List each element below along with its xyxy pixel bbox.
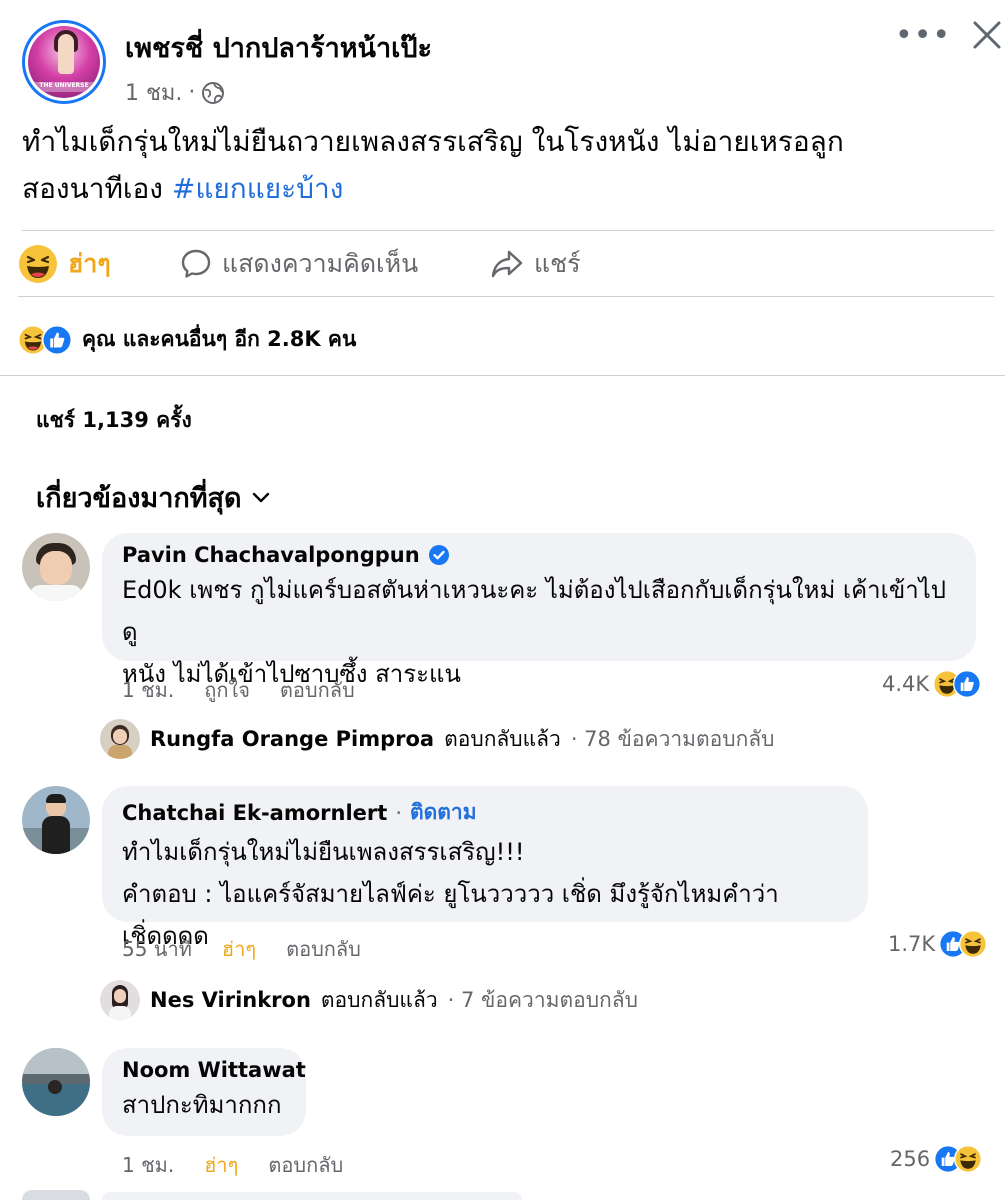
replies-preview[interactable]: Nes Virinkron ตอบกลับแล้ว · 7 ข้อความตอบ… bbox=[100, 980, 638, 1020]
comment-author-name[interactable]: Pavin Chachavalpongpun bbox=[122, 543, 420, 567]
comment-author: Noom Wittawat bbox=[122, 1058, 306, 1082]
reaction-icons bbox=[933, 670, 982, 698]
author-separator: · bbox=[395, 800, 402, 825]
commenter-avatar[interactable] bbox=[22, 1190, 90, 1200]
reaction-icons bbox=[939, 930, 988, 958]
post-text-line2: สองนาทีเอง #แยกแยะบ้าง bbox=[22, 165, 982, 212]
comment-icon bbox=[181, 249, 211, 278]
divider bbox=[22, 230, 994, 231]
share-button[interactable]: แชร์ bbox=[490, 244, 581, 284]
share-icon bbox=[491, 250, 523, 278]
reaction-icons bbox=[18, 324, 74, 355]
comment-bubble bbox=[102, 1192, 522, 1200]
reply-action: ตอบกลับแล้ว bbox=[444, 726, 561, 751]
chevron-down-icon bbox=[252, 492, 269, 502]
sort-label: เกี่ยวข้องมากที่สุด bbox=[36, 483, 242, 514]
post-meta: 1 ชม. · bbox=[125, 75, 225, 110]
comment-time[interactable]: 55 นาที bbox=[122, 933, 192, 965]
share-label: แชร์ bbox=[534, 249, 581, 278]
haha-emoji-icon bbox=[19, 245, 57, 283]
comment-time[interactable]: 1 ชม. bbox=[122, 674, 174, 706]
comment-text: สาปกะทิมากกก bbox=[122, 1084, 286, 1126]
comment-button[interactable]: แสดงความคิดเห็น bbox=[180, 244, 418, 284]
comment-author-name[interactable]: Noom Wittawat bbox=[122, 1058, 306, 1082]
meta-separator: · bbox=[188, 80, 196, 105]
comment-text-line: ทำไมเด็กรุ่นใหม่ไม่ยืนเพลงสรรเสริญ!!! bbox=[122, 838, 525, 866]
comment-bubble: Chatchai Ek-amornlert · ติดตาม ทำไมเด็กร… bbox=[102, 786, 868, 950]
comment-meta: 1 ชม. ถูกใจ ตอบกลับ bbox=[122, 674, 385, 706]
comment-haha-button[interactable]: ฮ่าๆ bbox=[222, 933, 256, 965]
haha-label: ฮ่าๆ bbox=[68, 249, 111, 278]
avatar-image: THE UNIVERSE bbox=[28, 26, 100, 98]
verified-badge-icon bbox=[428, 545, 449, 565]
reply-author: Rungfa Orange Pimproa bbox=[150, 727, 435, 751]
reply-count: · 7 ข้อความตอบกลับ bbox=[447, 987, 638, 1012]
comment-reaction-count: 4.4K bbox=[882, 672, 930, 696]
reaction-icons bbox=[934, 1145, 983, 1173]
comment-reaction-count: 256 bbox=[890, 1147, 931, 1171]
reply-avatar bbox=[100, 719, 140, 759]
avatar-caption: THE UNIVERSE bbox=[39, 82, 89, 89]
follow-button[interactable]: ติดตาม bbox=[410, 796, 477, 829]
haha-reaction-button[interactable]: ฮ่าๆ bbox=[18, 244, 111, 284]
reply-action: ตอบกลับแล้ว bbox=[320, 987, 438, 1012]
close-icon[interactable] bbox=[968, 16, 1005, 54]
comment-haha-button[interactable]: ฮ่าๆ bbox=[204, 1149, 238, 1181]
comment-reactions[interactable]: 256 bbox=[890, 1145, 983, 1173]
comment-reactions[interactable]: 1.7K bbox=[888, 930, 988, 958]
comment-meta: 1 ชม. ฮ่าๆ ตอบกลับ bbox=[122, 1149, 373, 1181]
comment-text-line: สาปกะทิมากกก bbox=[122, 1091, 282, 1119]
commenter-avatar[interactable] bbox=[22, 533, 90, 601]
comment-bubble: Noom Wittawat สาปกะทิมากกก bbox=[102, 1048, 306, 1136]
globe-icon bbox=[202, 81, 225, 104]
replies-preview[interactable]: Rungfa Orange Pimproa ตอบกลับแล้ว · 78 ข… bbox=[100, 719, 775, 759]
hashtag-link[interactable]: #แยกแยะบ้าง bbox=[172, 172, 344, 205]
reply-author: Nes Virinkron bbox=[150, 988, 311, 1012]
post-text: ทำไมเด็กรุ่นใหม่ไม่ยืนถวายเพลงสรรเสริญ ใ… bbox=[22, 118, 982, 212]
reply-avatar bbox=[100, 980, 140, 1020]
comment-label: แสดงความคิดเห็น bbox=[222, 249, 419, 278]
comment-meta: 55 นาที ฮ่าๆ ตอบกลับ bbox=[122, 933, 391, 965]
comment-reply-button[interactable]: ตอบกลับ bbox=[286, 933, 361, 965]
post-action-bar: ฮ่าๆ แสดงความคิดเห็น แชร์ bbox=[0, 236, 1005, 296]
avatar-figure bbox=[58, 34, 74, 74]
divider bbox=[18, 296, 994, 297]
poster-name[interactable]: เพชรชี่ ปากปลาร้าหน้าเป๊ะ bbox=[125, 26, 432, 69]
comment-bubble: Pavin Chachavalpongpun Ed0k เพชร กูไม่แค… bbox=[102, 533, 976, 688]
reactions-summary[interactable]: คุณ และคนอื่นๆ อีก 2.8K คน bbox=[18, 323, 356, 356]
haha-emoji-icon bbox=[954, 1145, 983, 1173]
post-time[interactable]: 1 ชม. bbox=[125, 75, 182, 110]
like-reaction-icon bbox=[42, 324, 72, 355]
shares-count[interactable]: แชร์ 1,139 ครั้ง bbox=[36, 404, 192, 437]
page-avatar[interactable]: THE UNIVERSE bbox=[22, 20, 106, 104]
reactions-summary-text: คุณ และคนอื่นๆ อีก 2.8K คน bbox=[82, 327, 357, 351]
comment-author: Pavin Chachavalpongpun bbox=[122, 543, 956, 567]
comment-author: Chatchai Ek-amornlert · ติดตาม bbox=[122, 796, 848, 829]
divider bbox=[0, 375, 1005, 376]
comment-sort-dropdown[interactable]: เกี่ยวข้องมากที่สุด bbox=[36, 476, 270, 519]
comment-time[interactable]: 1 ชม. bbox=[122, 1149, 174, 1181]
reply-count: · 78 ข้อความตอบกลับ bbox=[570, 726, 775, 751]
post-text-line2-body: สองนาทีเอง bbox=[22, 172, 172, 205]
more-options-icon[interactable]: ••• bbox=[895, 18, 951, 53]
comment-text-line: Ed0k เพชร กูไม่แคร์บอสตันห่าเหวนะคะ ไม่ต… bbox=[122, 576, 947, 646]
comment-reaction-count: 1.7K bbox=[888, 932, 936, 956]
haha-emoji-icon bbox=[959, 930, 988, 958]
like-reaction-icon bbox=[953, 670, 982, 698]
post-text-line1: ทำไมเด็กรุ่นใหม่ไม่ยืนถวายเพลงสรรเสริญ ใ… bbox=[22, 125, 844, 158]
comment-reply-button[interactable]: ตอบกลับ bbox=[280, 674, 355, 706]
comment-like-button[interactable]: ถูกใจ bbox=[204, 674, 250, 706]
comment-author-name[interactable]: Chatchai Ek-amornlert bbox=[122, 801, 387, 825]
comment-reply-button[interactable]: ตอบกลับ bbox=[268, 1149, 343, 1181]
commenter-avatar[interactable] bbox=[22, 786, 90, 854]
comment-reactions[interactable]: 4.4K bbox=[882, 670, 982, 698]
commenter-avatar[interactable] bbox=[22, 1048, 90, 1116]
